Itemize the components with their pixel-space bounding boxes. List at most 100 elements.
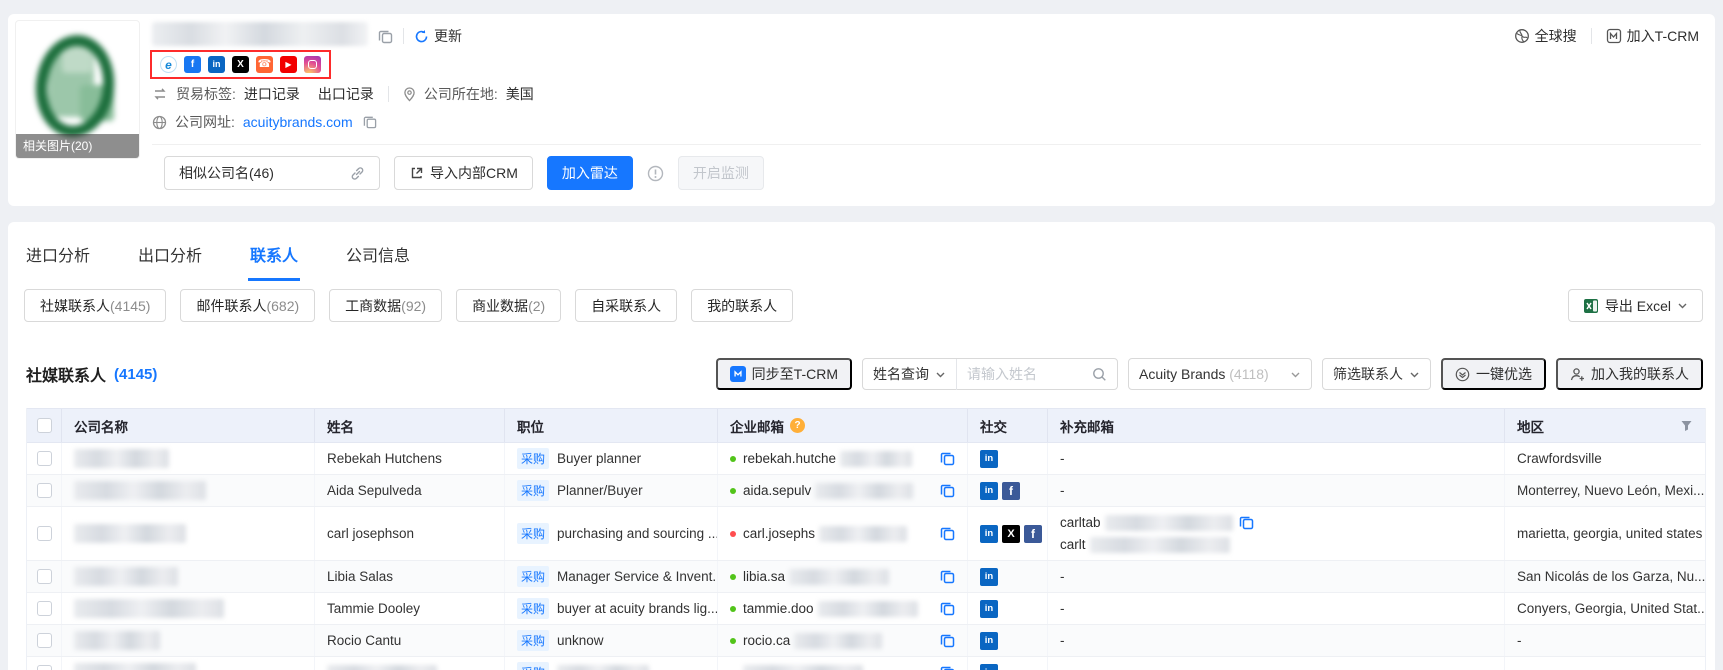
tab-contacts[interactable]: 联系人 [248,236,300,281]
x-twitter-icon[interactable]: X [232,56,249,73]
facebook-icon[interactable]: f [1002,482,1020,500]
linkedin-icon[interactable]: in [980,664,998,670]
linkedin-icon[interactable]: in [980,632,998,650]
similar-companies-button[interactable]: 相似公司名(46) [164,156,380,190]
table-row[interactable]: Rebekah Hutchens采购Buyer plannerrebekah.h… [27,443,1705,475]
contact-source-filters: 社媒联系人(4145) 邮件联系人(682) 工商数据(92) 商业数据(2) … [24,289,793,322]
phone-icon[interactable]: ☎ [256,56,273,73]
procurement-badge: 采购 [517,630,549,651]
source-commercial-data[interactable]: 商业数据(2) [456,289,561,322]
position-cell: 采购buyer at acuity brands lig... [505,593,718,624]
linkedin-icon[interactable]: in [980,568,998,586]
linkedin-icon[interactable]: in [208,56,225,73]
social-cell: inf [968,475,1048,506]
copy-company-name-icon[interactable] [378,29,393,44]
copy-email-icon[interactable] [1239,515,1254,530]
x-twitter-icon[interactable]: X [1002,525,1020,543]
linkedin-icon[interactable]: in [980,482,998,500]
one-click-optimize-button[interactable]: 一键优选 [1441,358,1546,390]
copy-email-icon[interactable] [940,526,955,541]
divider-line [152,144,1701,145]
source-email-contacts[interactable]: 邮件联系人(682) [180,289,315,322]
col-company-name: 公司名称 [62,409,315,442]
join-radar-button[interactable]: 加入雷达 [547,156,633,190]
source-social-media-contacts[interactable]: 社媒联系人(4145) [24,289,166,322]
sync-to-tcrm-button[interactable]: 同步至T-CRM [716,358,852,390]
website-link[interactable]: acuitybrands.com [243,114,353,130]
row-checkbox[interactable] [37,451,52,466]
row-checkbox[interactable] [37,665,52,670]
copy-email-icon[interactable] [940,483,955,498]
row-checkbox[interactable] [37,633,52,648]
company-select-dropdown[interactable]: Acuity Brands (4118) [1128,358,1312,390]
youtube-icon[interactable]: ▶ [280,56,297,73]
chevron-down-icon [1677,300,1688,311]
row-checkbox[interactable] [37,569,52,584]
procurement-badge: 采购 [517,598,549,619]
contact-name-cell: carl josephson [315,507,505,560]
copy-email-icon[interactable] [940,665,955,670]
facebook-icon[interactable]: f [184,56,201,73]
col-region: 地区 [1505,409,1705,442]
email-status-dot [730,456,736,462]
row-checkbox[interactable] [37,483,52,498]
source-my-contacts[interactable]: 我的联系人 [691,289,793,322]
table-row[interactable]: Rocio Cantu采购unknowrocio.cain-- [27,625,1705,657]
join-tcrm-link[interactable]: 加入T-CRM [1606,26,1699,46]
tab-company-info[interactable]: 公司信息 [344,236,412,281]
position-cell: 采购Manager Service & Invent... [505,561,718,592]
select-all-checkbox[interactable] [37,418,52,433]
list-title: 社媒联系人(4145) [26,362,157,386]
filter-contacts-dropdown[interactable]: 筛选联系人 [1322,358,1431,390]
copy-email-icon[interactable] [940,451,955,466]
help-icon[interactable]: ? [790,418,805,433]
contact-name-cell: Libia Salas [315,561,505,592]
row-checkbox[interactable] [37,601,52,616]
query-type-dropdown[interactable]: 姓名查询 [863,364,956,384]
export-excel-button[interactable]: 导出 Excel [1568,289,1703,322]
table-row[interactable]: Libia Salas采购Manager Service & Invent...… [27,561,1705,593]
copy-email-icon[interactable] [940,569,955,584]
tab-import-analysis[interactable]: 进口分析 [24,236,92,281]
add-to-my-contacts-button[interactable]: 加入我的联系人 [1556,358,1703,390]
copy-email-icon[interactable] [940,633,955,648]
social-cell: in [968,443,1048,474]
source-self-collected-contacts[interactable]: 自采联系人 [575,289,677,322]
person-plus-icon [1570,367,1585,382]
tab-export-analysis[interactable]: 出口分析 [136,236,204,281]
location-value: 美国 [506,84,534,104]
import-record-tag[interactable]: 进口记录 [244,84,300,104]
facebook-icon[interactable]: f [1024,525,1042,543]
table-row[interactable]: 采购in- [27,657,1705,670]
extra-email: carlt [1060,537,1086,552]
table-body: Rebekah Hutchens采购Buyer plannerrebekah.h… [27,443,1705,670]
company-name-cell [62,507,315,560]
global-search-link[interactable]: 全球搜 [1514,26,1577,46]
linkedin-icon[interactable]: in [980,450,998,468]
table-row[interactable]: Aida Sepulveda采购Planner/Buyeraida.sepulv… [27,475,1705,507]
table-row[interactable]: Tammie Dooley采购buyer at acuity brands li… [27,593,1705,625]
linkedin-icon[interactable]: in [980,600,998,618]
copy-website-icon[interactable] [363,115,377,129]
import-internal-crm-button[interactable]: 导入内部CRM [394,156,533,190]
location-label: 公司所在地: [424,84,498,104]
row-checkbox[interactable] [37,526,52,541]
instagram-icon[interactable] [304,56,321,73]
info-icon[interactable] [647,165,664,182]
copy-email-icon[interactable] [940,601,955,616]
name-search-input[interactable] [957,366,1092,382]
start-monitoring-button[interactable]: 开启监测 [678,156,764,190]
company-logo[interactable]: 相关图片(20) [15,20,140,159]
company-name-cell [62,593,315,624]
source-business-registry-data[interactable]: 工商数据(92) [329,289,442,322]
linkedin-icon[interactable]: in [980,525,998,543]
explorer-icon[interactable]: e [160,56,177,73]
email-cell: libia.sa [718,561,968,592]
related-images-caption[interactable]: 相关图片(20) [16,134,139,158]
export-record-tag[interactable]: 出口记录 [318,84,374,104]
table-row[interactable]: carl josephson采购purchasing and sourcing … [27,507,1705,561]
refresh-button[interactable]: 更新 [414,26,462,46]
procurement-badge: 采购 [517,566,549,587]
search-icon[interactable] [1092,367,1117,382]
filter-funnel-icon[interactable] [1680,419,1693,432]
